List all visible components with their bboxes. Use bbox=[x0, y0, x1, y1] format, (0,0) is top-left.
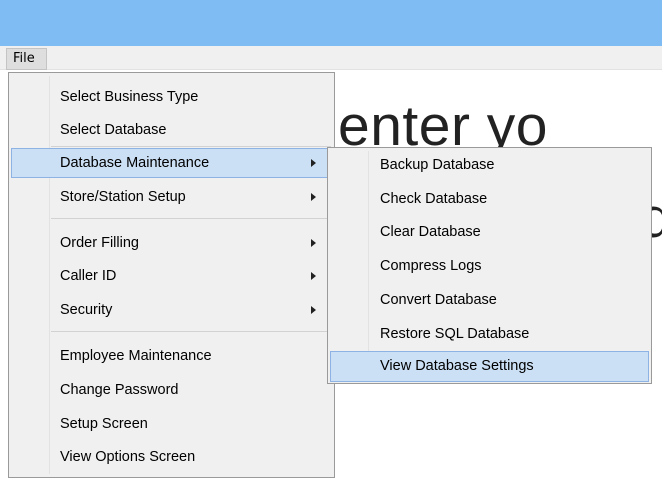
submenu-arrow-icon bbox=[311, 306, 316, 314]
submenu-arrow-icon bbox=[311, 239, 316, 247]
submenu-arrow-icon bbox=[311, 193, 316, 201]
menu-item-employee-maintenance[interactable]: Employee Maintenance bbox=[9, 341, 334, 371]
menu-item-label: Clear Database bbox=[380, 224, 481, 240]
menu-item-select-database[interactable]: Select Database bbox=[9, 115, 334, 145]
menu-separator bbox=[51, 146, 331, 147]
menu-item-label: Restore SQL Database bbox=[380, 326, 530, 342]
menu-item-convert-database[interactable]: Convert Database bbox=[328, 285, 651, 315]
menu-item-check-database[interactable]: Check Database bbox=[328, 184, 651, 214]
database-maintenance-submenu: Backup Database Check Database Clear Dat… bbox=[327, 147, 652, 384]
menu-item-label: Convert Database bbox=[380, 292, 497, 308]
menu-item-label: Setup Screen bbox=[60, 416, 148, 432]
submenu-arrow-icon bbox=[311, 272, 316, 280]
menu-item-label: Database Maintenance bbox=[60, 155, 210, 171]
menu-item-database-maintenance[interactable]: Database Maintenance bbox=[11, 148, 332, 178]
menu-item-label: Check Database bbox=[380, 191, 488, 207]
menu-separator bbox=[51, 218, 331, 219]
menu-item-label: Security bbox=[60, 302, 113, 318]
menu-item-label: Caller ID bbox=[60, 268, 117, 284]
menu-item-label: View Database Settings bbox=[380, 358, 534, 374]
menu-item-security[interactable]: Security bbox=[9, 295, 334, 325]
menu-item-compress-logs[interactable]: Compress Logs bbox=[328, 251, 651, 281]
menu-item-restore-sql-database[interactable]: Restore SQL Database bbox=[328, 319, 651, 349]
menu-item-view-database-settings[interactable]: View Database Settings bbox=[330, 351, 649, 382]
menu-item-select-business-type[interactable]: Select Business Type bbox=[9, 82, 334, 112]
menu-item-clear-database[interactable]: Clear Database bbox=[328, 217, 651, 247]
menu-item-label: Change Password bbox=[60, 382, 179, 398]
menu-item-label: Order Filling bbox=[60, 235, 139, 251]
menu-bar bbox=[0, 46, 662, 70]
menu-item-caller-id[interactable]: Caller ID bbox=[9, 261, 334, 291]
menu-item-label: Select Database bbox=[60, 122, 167, 138]
menu-item-label: Compress Logs bbox=[380, 258, 482, 274]
menu-item-setup-screen[interactable]: Setup Screen bbox=[9, 409, 334, 439]
menu-separator bbox=[51, 331, 331, 332]
menu-item-label: Employee Maintenance bbox=[60, 348, 212, 364]
window-titlebar bbox=[0, 0, 662, 46]
menu-item-store-station-setup[interactable]: Store/Station Setup bbox=[9, 182, 334, 212]
menu-item-change-password[interactable]: Change Password bbox=[9, 375, 334, 405]
menu-item-label: Store/Station Setup bbox=[60, 189, 186, 205]
submenu-arrow-icon bbox=[311, 159, 316, 167]
menu-item-label: Backup Database bbox=[380, 157, 495, 173]
menu-item-order-filling[interactable]: Order Filling bbox=[9, 228, 334, 258]
menu-item-label: Select Business Type bbox=[60, 89, 199, 105]
menu-item-view-options-screen[interactable]: View Options Screen bbox=[9, 442, 334, 472]
file-dropdown-menu: Select Business Type Select Database Dat… bbox=[8, 72, 335, 478]
menu-item-label: View Options Screen bbox=[60, 449, 196, 465]
file-menu-button[interactable]: File bbox=[6, 48, 47, 70]
menu-item-backup-database[interactable]: Backup Database bbox=[328, 150, 651, 180]
